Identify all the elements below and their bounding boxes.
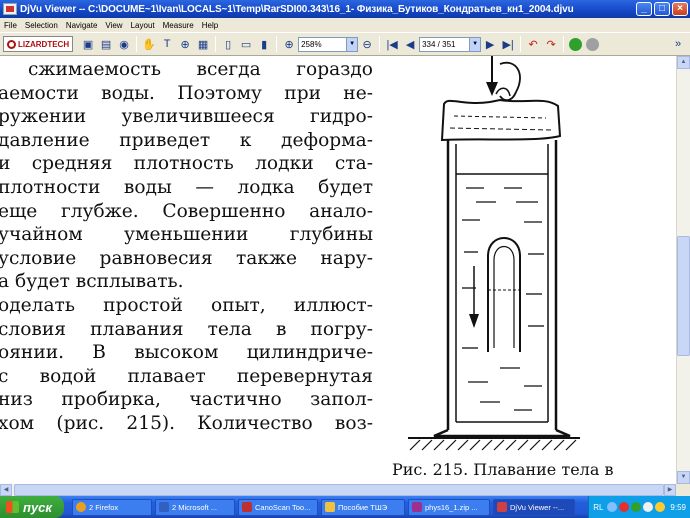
menu-help[interactable]: Help: [198, 21, 222, 30]
firefox-icon: [76, 502, 86, 512]
taskbar: пуск 2 Firefox 2 Microsoft ... CanoScan …: [0, 496, 690, 518]
figure-215: [408, 56, 580, 451]
page-value: 334 / 351: [422, 39, 456, 49]
toolbar: LIZARDTECH ▣ ▤ ◉ ✋ T ⊕ ▦ ▯ ▭ ▮ ⊕ 258% ▼ …: [0, 32, 690, 56]
taskbar-item-firefox[interactable]: 2 Firefox: [72, 498, 152, 516]
text-line: оянии. В высоком цилиндриче-: [0, 342, 373, 364]
text-line: хом (рис. 215). Количество воз-: [0, 412, 373, 434]
page-text: сжимаемость всегда гораздо аемости воды.…: [0, 58, 373, 436]
horizontal-scrollbar[interactable]: ◀ ▶: [0, 484, 676, 496]
menu-selection[interactable]: Selection: [21, 21, 62, 30]
text-line: плотности воды — лодка будет: [0, 176, 373, 198]
save-icon[interactable]: ▣: [80, 36, 96, 52]
rotate-right-icon[interactable]: ↷: [543, 36, 559, 52]
scroll-up-icon[interactable]: ▲: [677, 56, 690, 69]
zoom-select-icon[interactable]: ⊕: [177, 36, 193, 52]
go-forward-icon[interactable]: [569, 37, 583, 51]
text-line: сжимаемость всегда гораздо: [28, 59, 373, 80]
kaspersky-icon[interactable]: [631, 502, 642, 512]
start-label: пуск: [23, 499, 52, 515]
text-line: оделать простой опыт, иллюст-: [0, 294, 373, 316]
lizardtech-logo[interactable]: LIZARDTECH: [3, 36, 74, 52]
print-icon[interactable]: ▤: [98, 36, 114, 52]
membrane-cap: [440, 98, 562, 142]
language-indicator[interactable]: RL: [593, 503, 603, 512]
window-title: DjVu Viewer -- C:\DOCUME~1\Ivan\LOCALS~1…: [20, 3, 574, 15]
chevron-down-icon[interactable]: ▼: [469, 37, 481, 51]
vertical-scrollbar[interactable]: ▲ ▼: [676, 56, 690, 484]
menu-navigate[interactable]: Navigate: [62, 21, 102, 30]
start-button[interactable]: пуск: [0, 496, 64, 518]
volume-icon[interactable]: [643, 502, 654, 512]
menu-layout[interactable]: Layout: [127, 21, 159, 30]
chevron-down-icon[interactable]: ▼: [346, 37, 358, 51]
zoom-in-icon[interactable]: ⊕: [281, 36, 297, 52]
last-page-icon[interactable]: ▶|: [500, 36, 516, 52]
folder-icon: [325, 502, 335, 512]
text-line: и средняя плотность лодки ста-: [0, 153, 373, 175]
text-line: а будет всплывать.: [0, 271, 184, 293]
hand-tool-icon[interactable]: ✋: [141, 36, 157, 52]
taskbar-item-winrar[interactable]: phys16_1.zip ...: [408, 498, 490, 516]
zoom-value: 258%: [301, 39, 322, 49]
zoom-combo[interactable]: 258% ▼: [298, 36, 359, 52]
djvu-app-icon[interactable]: [3, 3, 17, 15]
winrar-icon: [412, 502, 422, 512]
text-line: еще глубже. Совершенно анало-: [0, 200, 373, 222]
text-line: с водой плавает перевернутая: [0, 365, 373, 387]
first-page-icon[interactable]: |◀: [384, 36, 400, 52]
vertical-scroll-thumb[interactable]: [677, 236, 690, 356]
scroll-right-icon[interactable]: ▶: [664, 484, 676, 496]
menu-view[interactable]: View: [101, 21, 126, 30]
scanner-icon: [242, 502, 252, 512]
text-select-icon[interactable]: T: [159, 36, 175, 52]
menu-bar: File Selection Navigate View Layout Meas…: [0, 18, 690, 32]
facing-pages-icon[interactable]: ▮: [256, 36, 272, 52]
horizontal-scroll-thumb[interactable]: [14, 484, 664, 496]
text-line: аемости воды. Поэтому при не-: [0, 82, 373, 104]
antivirus-icon[interactable]: [619, 502, 630, 512]
scrollbar-corner: [676, 484, 690, 496]
taskbar-item-microsoft[interactable]: 2 Microsoft ...: [155, 498, 235, 516]
network-icon[interactable]: [607, 502, 618, 512]
rotate-left-icon[interactable]: ↶: [525, 36, 541, 52]
maximize-button[interactable]: □: [654, 2, 670, 16]
zoom-out-icon[interactable]: ⊖: [359, 36, 375, 52]
scroll-down-icon[interactable]: ▼: [677, 471, 690, 484]
text-line: учайном уменьшении глубины: [0, 224, 373, 246]
taskbar-item-canoscan[interactable]: CanoScan Too...: [238, 498, 318, 516]
toolbar-overflow-icon[interactable]: »: [670, 36, 686, 52]
single-page-icon[interactable]: ▯: [220, 36, 236, 52]
stop-icon[interactable]: [586, 37, 600, 51]
taskbar-item-folder[interactable]: Пособие ТШЭ: [321, 498, 405, 516]
region-select-icon[interactable]: ▦: [195, 36, 211, 52]
clock: 9:59: [670, 502, 686, 512]
text-line: ружении увеличившееся гидро-: [0, 106, 373, 128]
page-combo[interactable]: 334 / 351 ▼: [419, 36, 482, 52]
windows-flag-icon: [6, 501, 19, 513]
menu-measure[interactable]: Measure: [159, 21, 198, 30]
document-view[interactable]: сжимаемость всегда гораздо аемости воды.…: [0, 56, 676, 484]
test-tube: [487, 237, 521, 352]
text-line: условие равновесия также нару-: [0, 247, 373, 269]
menu-file[interactable]: File: [0, 21, 21, 30]
continuous-page-icon[interactable]: ▭: [238, 36, 254, 52]
update-icon[interactable]: [655, 502, 666, 512]
close-button[interactable]: ×: [672, 2, 688, 16]
system-tray: RL 9:59: [588, 496, 690, 518]
find-icon[interactable]: ◉: [116, 36, 132, 52]
text-line: давление приведет к деформа-: [0, 129, 373, 151]
next-page-icon[interactable]: ▶: [482, 36, 498, 52]
figure-caption: Рис. 215. Плавание тела в: [392, 460, 614, 479]
minimize-button[interactable]: _: [636, 2, 652, 16]
word-icon: [159, 502, 169, 512]
djvu-icon: [497, 502, 507, 512]
title-bar[interactable]: DjVu Viewer -- C:\DOCUME~1\Ivan\LOCALS~1…: [0, 0, 690, 18]
scroll-left-icon[interactable]: ◀: [0, 484, 12, 496]
text-line: низ пробирка, частично запол-: [0, 389, 373, 411]
taskbar-item-djvu[interactable]: DjVu Viewer --...: [493, 498, 575, 516]
previous-page-icon[interactable]: ◀: [402, 36, 418, 52]
text-line: словия плавания тела в погру-: [0, 318, 373, 340]
